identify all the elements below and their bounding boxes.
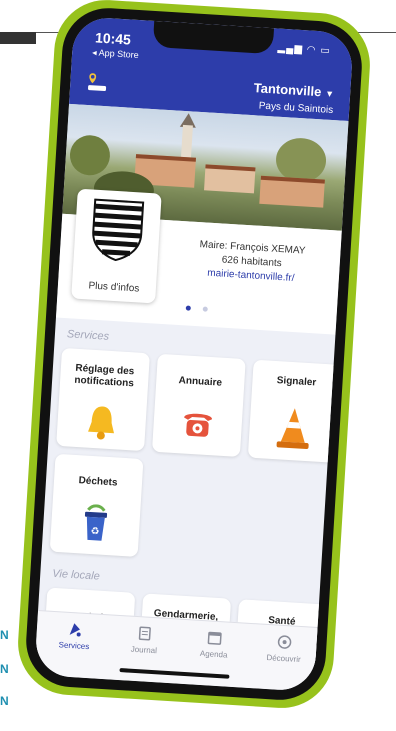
city-selector[interactable]: Tantonville ▼ Pays du Saintois [252,79,334,116]
svg-text:♻: ♻ [90,526,100,538]
tab-label: Services [58,640,90,652]
calendar-icon [207,631,222,645]
commune-info-card: Plus d'infos Maire: François XEMAY 626 h… [55,188,342,335]
home-indicator [119,668,230,679]
tab-label: Journal [130,644,158,656]
side-letter: N [0,694,9,708]
tile-label: Déchets [78,475,118,489]
background-tab-shape [0,32,36,44]
services-icon [69,623,81,637]
tile-dechets[interactable]: Déchets ♻ [49,453,144,557]
photo-house [204,164,256,194]
carousel-dots [57,290,338,325]
tab-label: Agenda [199,648,228,660]
commune-details: Maire: François XEMAY 626 habitants mair… [171,237,333,289]
tile-label: Signaler [276,375,317,389]
coat-of-arms-icon [92,198,145,262]
status-indicators: ▂▄▆ ◠ ▭ [277,42,332,57]
back-to-app-store-link[interactable]: ◂ App Store [92,47,139,61]
more-info-button[interactable]: Plus d'infos [71,188,162,304]
compass-icon [277,635,292,649]
photo-tree [68,134,112,177]
side-letter: N [0,628,9,642]
phone-icon [184,413,213,437]
chevron-down-icon: ▼ [324,88,335,100]
photo-house [259,175,325,208]
map-pin-icon[interactable] [86,71,109,94]
tab-label: Découvrir [266,652,301,665]
tile-signaler[interactable]: Signaler [247,359,342,463]
newspaper-icon [138,626,151,641]
tile-label: Annuaire [178,375,223,389]
tab-journal[interactable]: Journal [112,624,178,657]
carousel-dot-active[interactable] [185,305,191,311]
recycle-bin-icon: ♻ [84,504,108,541]
tile-label: Réglage des notifications [74,362,135,390]
traffic-cone-icon [276,408,309,450]
city-name: Tantonville [253,80,322,100]
status-time: 10:45 [94,29,132,48]
tile-annuaire[interactable]: Annuaire [151,353,246,457]
section-title-vie-locale: Vie locale [51,567,101,583]
carousel-dot[interactable] [202,306,208,312]
tab-agenda[interactable]: Agenda [181,628,247,661]
tile-notifications[interactable]: Réglage des notifications [56,347,150,452]
phone-mockup: 10:45 ◂ App Store ▂▄▆ ◠ ▭ Tantonville ▼ P… [15,0,373,711]
tab-services[interactable]: Services [42,619,108,652]
tab-decouvrir[interactable]: Découvrir [251,632,317,665]
region-name: Pays du Saintois [258,100,334,117]
phone-screen: 10:45 ◂ App Store ▂▄▆ ◠ ▭ Tantonville ▼ P… [34,16,354,692]
section-title-services: Services [66,328,110,343]
bell-icon [88,406,115,440]
side-letter: N [0,662,9,676]
